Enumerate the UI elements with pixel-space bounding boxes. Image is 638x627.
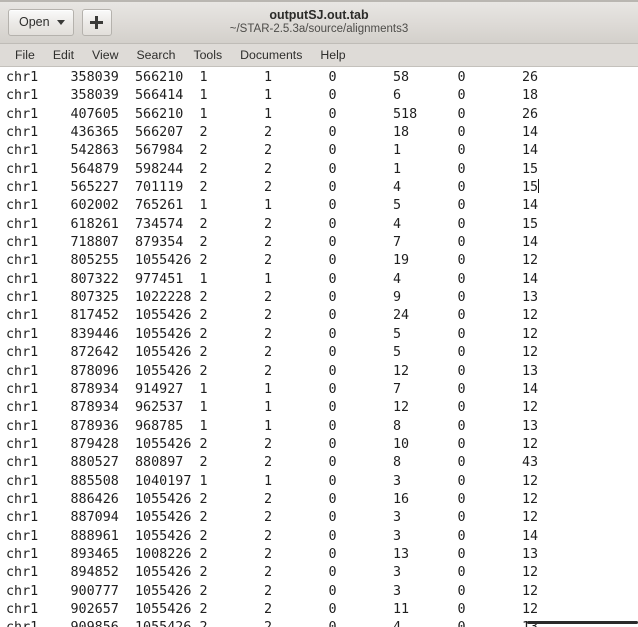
text-line: chr1 817452 1055426 2 2 0 24 0 12 xyxy=(6,308,539,324)
document-path: ~/STAR-2.5.3a/source/alignments3 xyxy=(229,23,409,36)
menu-item-view[interactable]: View xyxy=(83,44,127,67)
text-line: chr1 893465 1008226 2 2 0 13 0 13 xyxy=(6,546,539,562)
menu-item-file[interactable]: File xyxy=(6,44,44,67)
text-line: chr1 879428 1055426 2 2 0 10 0 12 xyxy=(6,436,539,452)
text-line: chr1 878936 968785 1 1 0 8 0 13 xyxy=(6,418,539,434)
text-line: chr1 885508 1040197 1 1 0 3 0 12 xyxy=(6,473,539,489)
text-line: chr1 878096 1055426 2 2 0 12 0 13 xyxy=(6,363,539,379)
text-caret xyxy=(537,179,539,194)
text-line: chr1 602002 765261 1 1 0 5 0 14 xyxy=(6,198,539,214)
text-line: chr1 618261 734574 2 2 0 4 0 15 xyxy=(6,216,539,232)
header-bar-left-controls: Open xyxy=(8,9,112,36)
text-line: chr1 888961 1055426 2 2 0 3 0 14 xyxy=(6,528,539,544)
text-line: chr1 900777 1055426 2 2 0 3 0 12 xyxy=(6,583,539,599)
text-line: chr1 886426 1055426 2 2 0 16 0 12 xyxy=(6,491,539,507)
text-line: chr1 807325 1022228 2 2 0 9 0 13 xyxy=(6,290,539,306)
open-button-label: Open xyxy=(19,15,50,30)
menu-item-documents[interactable]: Documents xyxy=(231,44,311,67)
menu-item-edit[interactable]: Edit xyxy=(44,44,83,67)
open-button[interactable]: Open xyxy=(8,9,74,36)
text-line: chr1 872642 1055426 2 2 0 5 0 12 xyxy=(6,345,539,361)
text-line: chr1 878934 914927 1 1 0 7 0 14 xyxy=(6,381,539,397)
text-line: chr1 542863 567984 2 2 0 1 0 14 xyxy=(6,143,539,159)
horizontal-scrollbar-thumb[interactable] xyxy=(527,621,638,624)
text-line: chr1 564879 598244 2 2 0 1 0 15 xyxy=(6,161,539,177)
text-line: chr1 358039 566210 1 1 0 58 0 26 xyxy=(6,70,539,85)
text-line: chr1 358039 566414 1 1 0 6 0 18 xyxy=(6,88,539,104)
editor-area[interactable]: chr1 358039 566210 1 1 0 58 0 26 chr1 358… xyxy=(0,67,638,627)
document-title: outputSJ.out.tab xyxy=(269,7,369,22)
text-line: chr1 807322 977451 1 1 0 4 0 14 xyxy=(6,271,539,287)
menu-item-tools[interactable]: Tools xyxy=(184,44,231,67)
chevron-down-icon xyxy=(56,20,65,25)
menu-item-search[interactable]: Search xyxy=(127,44,184,67)
text-line: chr1 878934 962537 1 1 0 12 0 12 xyxy=(6,400,539,416)
new-tab-button[interactable] xyxy=(81,9,112,36)
text-line: chr1 565227 701119 2 2 0 4 0 15 xyxy=(6,179,539,196)
gedit-window: Open outputSJ.out.tab ~/STAR-2.5.3a/sour… xyxy=(0,0,638,627)
text-view[interactable]: chr1 358039 566210 1 1 0 58 0 26 chr1 358… xyxy=(0,67,638,627)
text-line: chr1 805255 1055426 2 2 0 19 0 12 xyxy=(6,253,539,269)
text-line: chr1 839446 1055426 2 2 0 5 0 12 xyxy=(6,326,539,342)
text-line: chr1 887094 1055426 2 2 0 3 0 12 xyxy=(6,510,539,526)
menu-item-help[interactable]: Help xyxy=(311,44,354,67)
text-line: chr1 718807 879354 2 2 0 7 0 14 xyxy=(6,235,539,251)
text-line: chr1 880527 880897 2 2 0 8 0 43 xyxy=(6,455,539,471)
text-line: chr1 902657 1055426 2 2 0 11 0 12 xyxy=(6,601,539,617)
header-bar: Open outputSJ.out.tab ~/STAR-2.5.3a/sour… xyxy=(0,2,638,44)
text-line: chr1 407605 566210 1 1 0 518 0 26 xyxy=(6,106,539,122)
menu-bar: File Edit View Search Tools Documents He… xyxy=(0,44,638,67)
plus-icon xyxy=(90,16,104,29)
horizontal-scrollbar[interactable] xyxy=(0,619,638,627)
text-line: chr1 894852 1055426 2 2 0 3 0 12 xyxy=(6,565,539,581)
text-line: chr1 436365 566207 2 2 0 18 0 14 xyxy=(6,125,539,141)
